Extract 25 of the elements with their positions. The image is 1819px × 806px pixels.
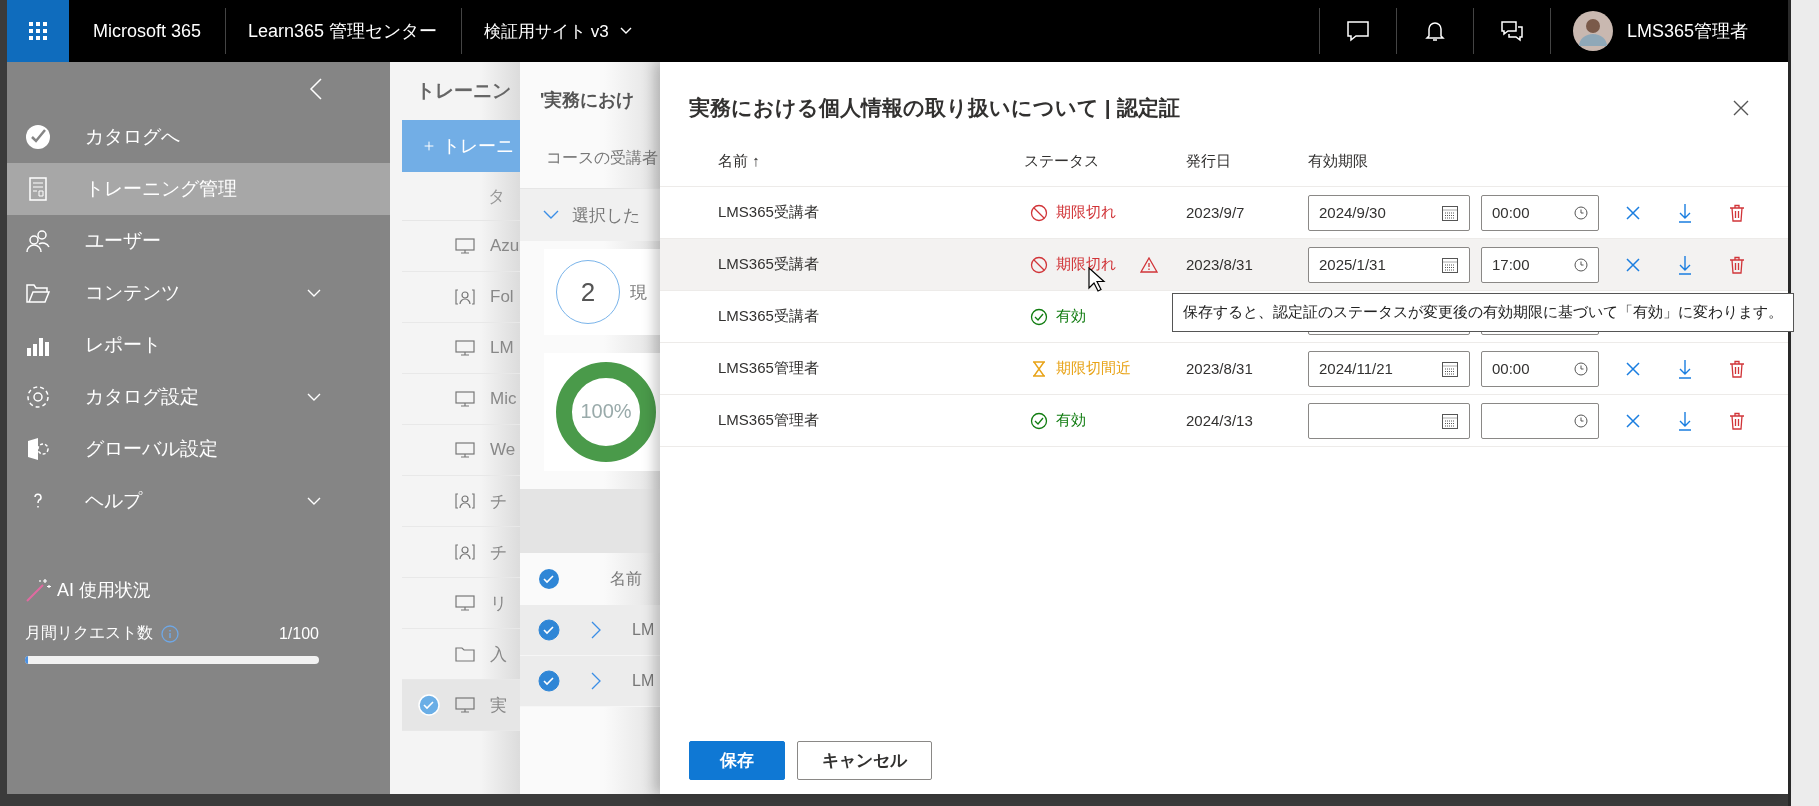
row-text: LM bbox=[632, 621, 655, 639]
ai-usage-title: AI 使用状況 bbox=[57, 579, 151, 602]
user-name-cell-text: LMS365管理者 bbox=[718, 359, 820, 378]
dialog-title: 実務における個人情報の取り扱いについて | 認定証 bbox=[689, 95, 1180, 121]
issue-date-cell-text: 2023/8/31 bbox=[1186, 360, 1254, 377]
issue-date-cell-text: 2023/9/7 bbox=[1186, 204, 1246, 221]
status-text: 期限切れ bbox=[1056, 203, 1116, 222]
percent-label: 100% bbox=[579, 400, 633, 423]
stat-label: 現 bbox=[630, 281, 647, 304]
status-text: 有効 bbox=[1056, 307, 1086, 326]
course-title: '実務におけ bbox=[539, 89, 636, 112]
row-text: LM bbox=[632, 672, 655, 690]
issue-date-cell-text: 2024/3/13 bbox=[1186, 412, 1254, 429]
tooltip: 保存すると、認定証のステータスが変更後の有効期限に基づいて「有効」に変わります。 bbox=[1172, 293, 1794, 332]
request-count: 1/100 bbox=[278, 624, 319, 643]
user-name-cell-text: LMS365管理者 bbox=[718, 411, 820, 430]
issue-date-cell-text: 2023/8/31 bbox=[1186, 256, 1254, 273]
monthly-requests-label: 月間リクエスト数 bbox=[25, 623, 153, 643]
page-title: トレーニン bbox=[415, 79, 512, 103]
status-text: 期限切間近 bbox=[1056, 359, 1131, 378]
user-name-cell-text: LMS365受講者 bbox=[718, 255, 820, 274]
group-label: 選択した bbox=[572, 204, 640, 227]
user-name-cell-text: LMS365受講者 bbox=[718, 307, 820, 326]
user-name-cell-text: LMS365受講者 bbox=[718, 203, 820, 222]
status-text: 有効 bbox=[1056, 411, 1086, 430]
